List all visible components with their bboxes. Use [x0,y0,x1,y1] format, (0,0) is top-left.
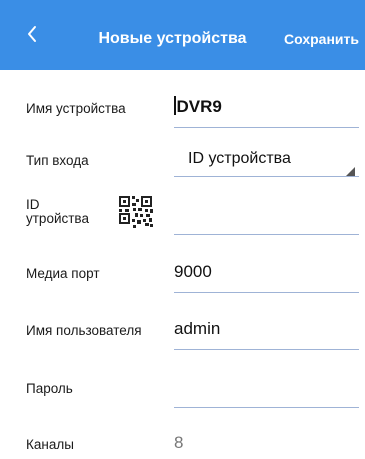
top-app-bar: Новые устройства Сохранить [0,0,365,70]
login-type-value: ID устройства [188,150,291,167]
username-row: Имя пользователя admin [0,316,365,352]
media-port-row: Медиа порт 9000 [0,260,365,296]
password-underline [174,407,359,408]
media-port-underline [174,292,359,293]
text-cursor [174,96,176,115]
password-label: Пароль [26,381,73,396]
device-id-underline [174,234,359,235]
username-label: Имя пользователя [26,323,142,338]
username-input[interactable]: admin [174,319,220,339]
media-port-input[interactable]: 9000 [174,262,212,282]
password-input[interactable] [174,377,359,403]
save-button[interactable]: Сохранить [284,31,359,47]
device-id-label: ID утройства [26,198,89,226]
login-type-underline [174,176,359,177]
media-port-label: Медиа порт [26,266,100,281]
channels-value: 8 [174,433,184,452]
login-type-label: Тип входа [26,153,89,168]
username-underline [174,349,359,350]
login-type-row: Тип входа ID устройства [0,148,365,182]
dropdown-arrow-icon [346,167,355,176]
login-type-select[interactable]: ID устройства [174,148,359,178]
device-name-input[interactable]: DVR9 [174,96,222,117]
password-row: Пароль [0,374,365,410]
device-name-row: Имя устройства DVR9 [0,96,365,132]
qr-code-icon[interactable] [119,196,157,233]
device-name-label: Имя устройства [26,101,126,116]
device-id-label-line2: утройства [26,211,89,226]
channels-row: Каналы 8 [0,430,365,456]
device-id-label-line1: ID [26,197,40,212]
device-id-row: ID утройства [0,194,365,238]
device-name-underline [174,127,359,128]
device-name-value: DVR9 [176,97,222,116]
channels-label: Каналы [26,437,74,452]
